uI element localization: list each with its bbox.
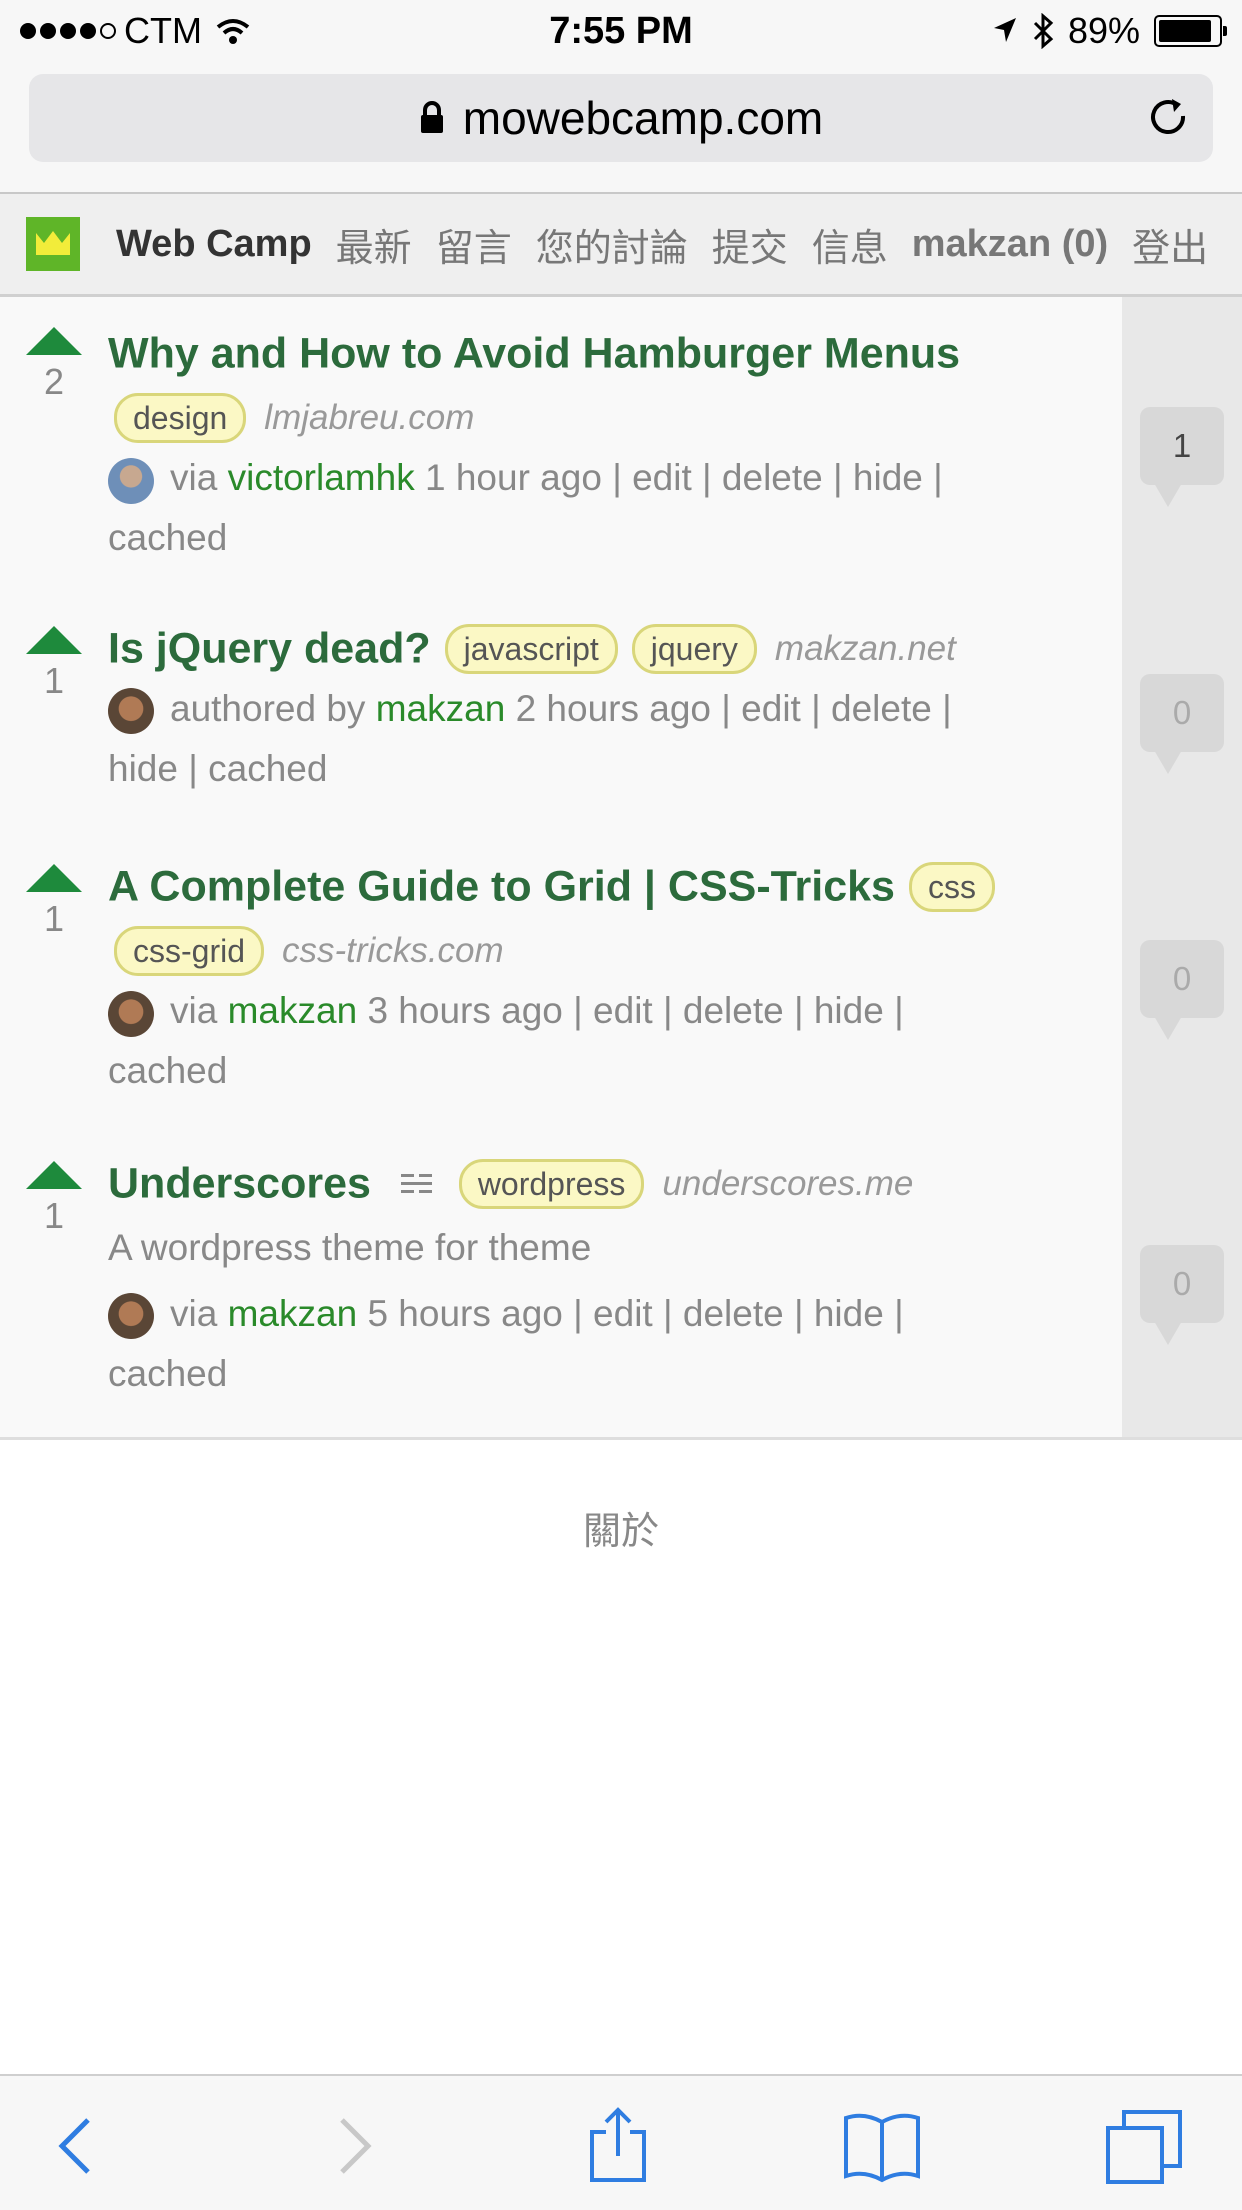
location-icon [993, 18, 1016, 42]
tag[interactable]: css-grid [114, 926, 265, 977]
story-time[interactable]: 3 hours ago [367, 990, 562, 1031]
upvote-icon[interactable] [26, 1161, 82, 1189]
story-row: 1 A Complete Guide to Grid | CSS-Tricks c… [0, 830, 1242, 1130]
upvote-icon[interactable] [26, 327, 82, 355]
story-content: Is jQuery dead? javascript jquery makzan.ne… [108, 616, 1008, 799]
avatar[interactable] [108, 1292, 154, 1339]
story-time[interactable]: 5 hours ago [367, 1293, 562, 1334]
comment-count-bubble[interactable]: 0 [1140, 674, 1224, 774]
story-title[interactable]: Underscores [108, 1160, 371, 1208]
story-domain[interactable]: underscores.me [662, 1164, 913, 1203]
site-nav: Web Camp 最新 留言 您的討論 提交 信息 makzan (0) 登出 [0, 194, 1242, 297]
back-icon[interactable] [38, 2106, 118, 2186]
forward-icon[interactable] [312, 2106, 392, 2186]
story-actions-cont[interactable]: cached [108, 517, 227, 558]
story-actions-cont[interactable]: cached [108, 1353, 227, 1394]
story-domain[interactable]: lmjabreu.com [264, 398, 474, 437]
lock-icon [420, 101, 443, 133]
browser-chrome: mowebcamp.com [0, 62, 1242, 194]
reload-icon[interactable] [1145, 94, 1193, 142]
nav-user[interactable]: makzan (0) [912, 223, 1108, 266]
crown-icon [26, 217, 80, 271]
nav-messages[interactable]: 信息 [812, 217, 888, 272]
vote-count: 1 [43, 898, 65, 939]
tag[interactable]: wordpress [458, 1158, 645, 1209]
story-title[interactable]: Is jQuery dead? [108, 625, 431, 673]
author-link[interactable]: makzan [228, 1293, 358, 1334]
story-content: A Complete Guide to Grid | CSS-Tricks css… [108, 854, 1008, 1101]
comment-count-bubble[interactable]: 1 [1140, 407, 1224, 507]
site-logo[interactable] [26, 217, 80, 271]
story-domain[interactable]: makzan.net [775, 629, 956, 668]
author-link[interactable]: makzan [376, 688, 506, 729]
url-text: mowebcamp.com [462, 92, 824, 144]
bluetooth-icon [1033, 13, 1054, 49]
story-actions[interactable]: | edit | delete | hide | [573, 990, 904, 1031]
tag[interactable]: jquery [631, 623, 757, 674]
about-link[interactable]: 關於 [0, 1500, 1242, 1555]
tabs-icon[interactable] [1104, 2106, 1184, 2186]
author-link[interactable]: victorlamhk [228, 457, 415, 498]
status-bar: CTM 7:55 PM 89% [0, 0, 1242, 62]
vote-box: 1 [26, 1161, 82, 1237]
vote-box: 1 [26, 864, 82, 940]
story-actions-cont[interactable]: hide | cached [108, 748, 327, 789]
nav-logout[interactable]: 登出 [1132, 217, 1208, 272]
upvote-icon[interactable] [26, 626, 82, 654]
meta-prefix: authored by [170, 687, 366, 729]
story-actions[interactable]: | edit | delete | hide | [573, 1293, 904, 1334]
tag[interactable]: css [908, 861, 995, 912]
browser-toolbar [0, 2074, 1242, 2210]
nav-comments[interactable]: 留言 [436, 217, 512, 272]
meta-prefix: via [170, 1292, 218, 1334]
vote-count: 1 [43, 660, 65, 701]
story-actions[interactable]: | edit | delete | [721, 688, 951, 729]
comment-count-bubble[interactable]: 0 [1140, 1245, 1224, 1345]
story-content: Underscores wordpress underscores.me A wo… [108, 1151, 1008, 1404]
status-right: 89% [992, 8, 1227, 54]
meta-prefix: via [170, 990, 218, 1032]
story-description: A wordpress theme for theme [108, 1226, 592, 1268]
author-link[interactable]: makzan [228, 990, 358, 1031]
comment-count-bubble[interactable]: 0 [1140, 940, 1224, 1040]
vote-count: 2 [43, 361, 65, 402]
battery-icon [1154, 15, 1227, 47]
battery-percent: 89% [1067, 10, 1140, 51]
meta-prefix: via [170, 457, 218, 499]
site-title[interactable]: Web Camp [116, 223, 312, 266]
story-time[interactable]: 1 hour ago [425, 457, 602, 498]
bookmarks-icon[interactable] [842, 2106, 922, 2186]
vote-box: 2 [26, 327, 82, 403]
vote-box: 1 [26, 626, 82, 702]
story-time[interactable]: 2 hours ago [516, 688, 711, 729]
upvote-icon[interactable] [26, 864, 82, 892]
text-post-icon [400, 1173, 432, 1193]
share-icon[interactable] [578, 2106, 658, 2186]
story-row: 1 Underscores wordpress underscores.me A … [0, 1127, 1242, 1440]
story-actions[interactable]: | edit | delete | hide | [612, 457, 943, 498]
story-title[interactable]: Why and How to Avoid Hamburger Menus [108, 330, 960, 378]
nav-latest[interactable]: 最新 [336, 217, 412, 272]
nav-submit[interactable]: 提交 [712, 217, 788, 272]
avatar[interactable] [108, 457, 154, 504]
story-row: 2 Why and How to Avoid Hamburger Menus d… [0, 297, 1242, 595]
story-content: Why and How to Avoid Hamburger Menus des… [108, 321, 1008, 568]
story-domain[interactable]: css-tricks.com [282, 931, 504, 970]
tag[interactable]: design [114, 393, 247, 444]
story-row: 1 Is jQuery dead? javascript jquery makzan.… [0, 592, 1242, 833]
tag[interactable]: javascript [444, 623, 618, 674]
avatar[interactable] [108, 687, 154, 734]
vote-count: 1 [43, 1195, 65, 1236]
address-bar[interactable]: mowebcamp.com [29, 74, 1213, 162]
story-actions-cont[interactable]: cached [108, 1050, 227, 1091]
avatar[interactable] [108, 990, 154, 1037]
story-title[interactable]: A Complete Guide to Grid | CSS-Tricks [108, 863, 895, 911]
nav-your-threads[interactable]: 您的討論 [536, 217, 688, 272]
